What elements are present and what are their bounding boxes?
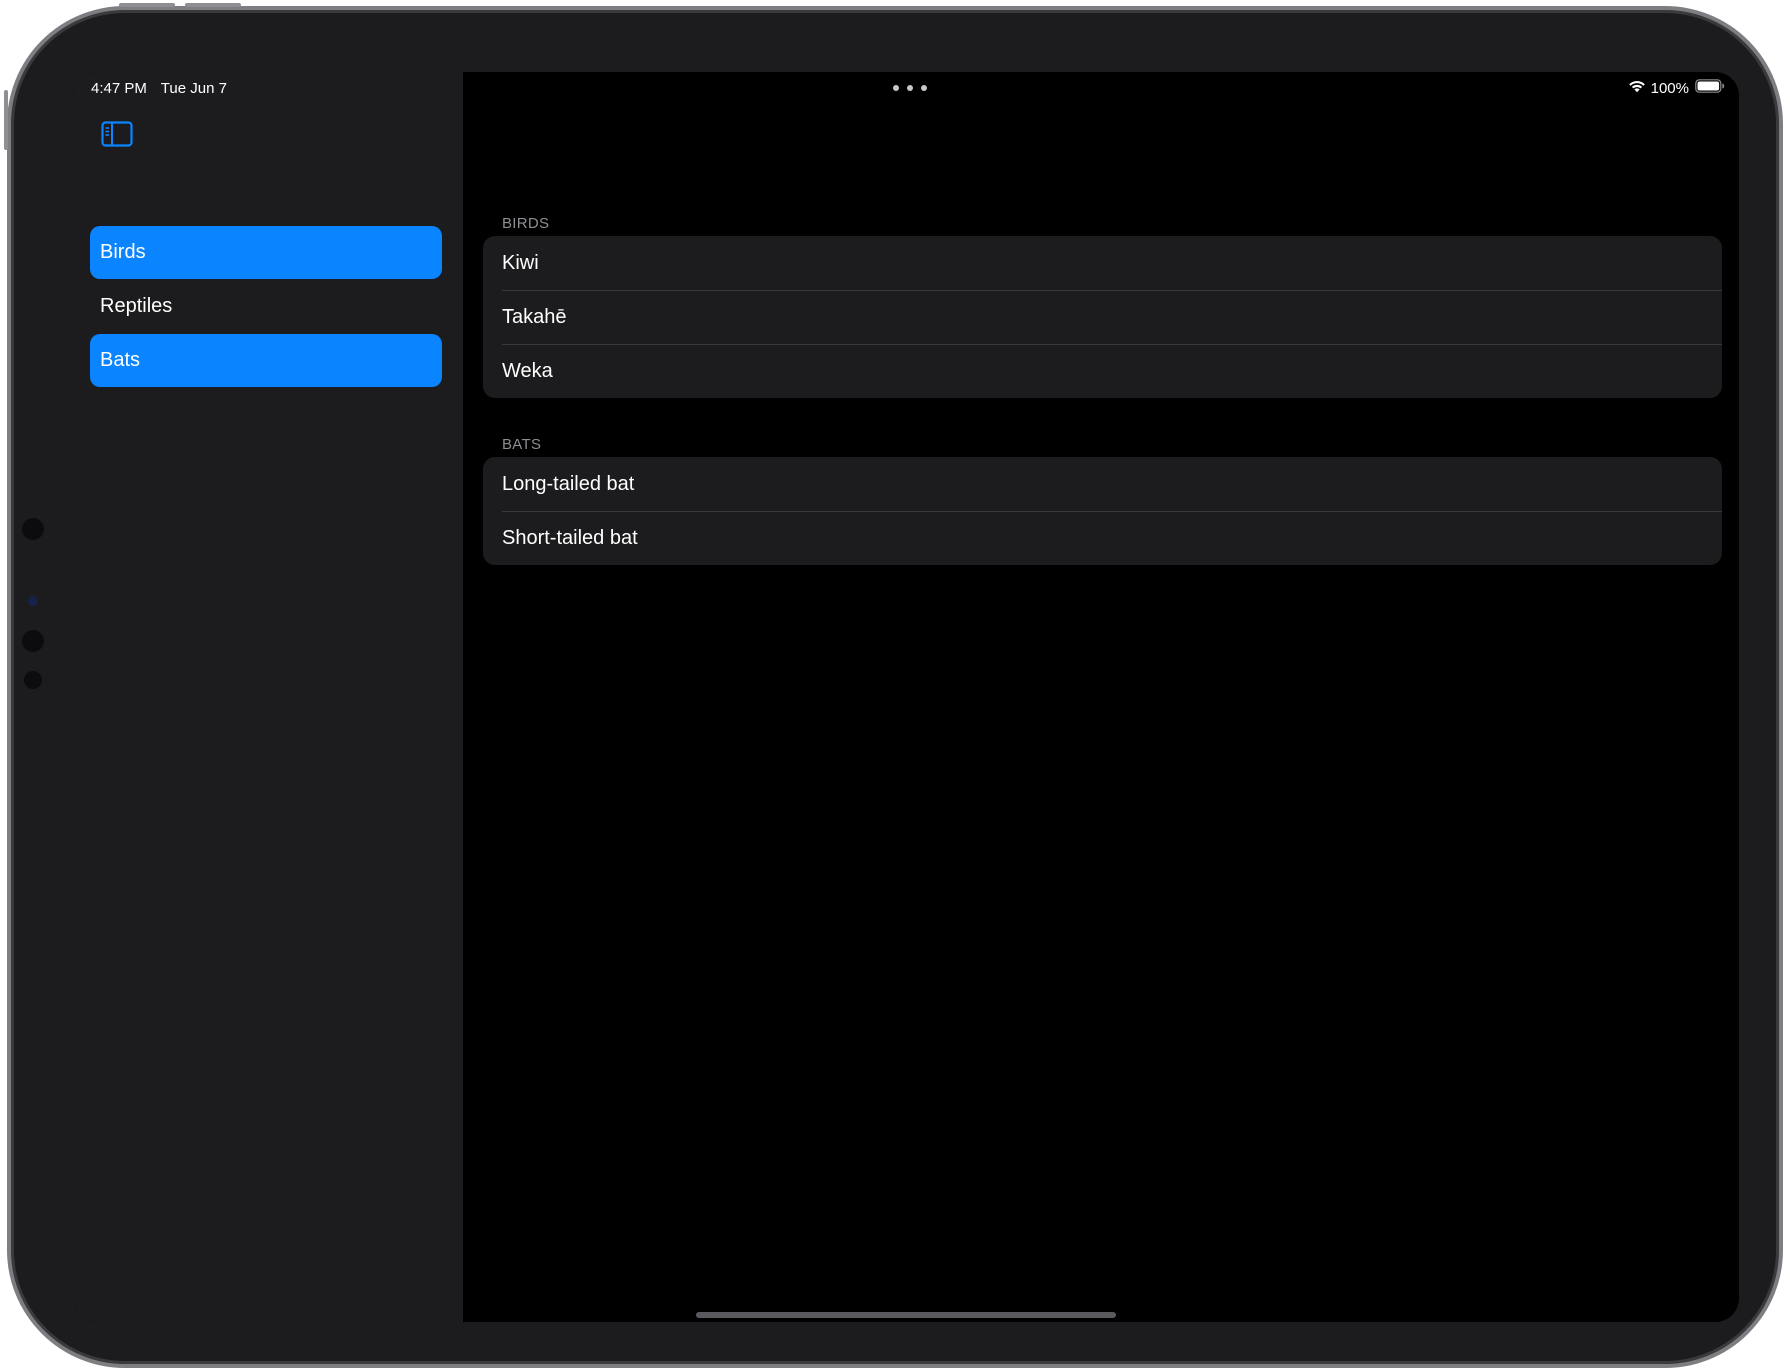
status-time: 4:47 PM <box>91 80 147 97</box>
battery-icon <box>1695 79 1725 97</box>
sidebar: 4:47 PM Tue Jun 7 Birds Reptiles Bats <box>73 72 463 1322</box>
list-item-long-tailed-bat[interactable]: Long-tailed bat <box>483 457 1722 511</box>
list-item-label: Takahē <box>502 305 567 328</box>
side-button <box>4 90 8 150</box>
status-bar-left: 4:47 PM Tue Jun 7 <box>91 80 237 97</box>
sensor-dot <box>22 518 44 540</box>
sidebar-item-label: Bats <box>100 349 141 371</box>
birds-group: Kiwi Takahē Weka <box>483 236 1722 398</box>
ellipsis-icon[interactable] <box>893 85 927 93</box>
bats-group: Long-tailed bat Short-tailed bat <box>483 457 1722 565</box>
list-item-label: Long-tailed bat <box>502 472 635 495</box>
detail-pane: 100% BIRDS Kiwi Takahē Weka BATS Long-ta… <box>463 72 1739 1322</box>
list-item-kiwi[interactable]: Kiwi <box>483 236 1722 290</box>
section-header-birds: BIRDS <box>502 215 550 232</box>
sensor-dot <box>22 630 44 652</box>
list-item-takahe[interactable]: Takahē <box>483 290 1722 344</box>
battery-percentage: 100% <box>1650 79 1689 97</box>
sidebar-item-label: Reptiles <box>100 295 173 317</box>
top-button-left <box>119 3 175 7</box>
sidebar-item-bats[interactable]: Bats <box>90 334 442 387</box>
status-bar-right: 100% <box>1628 79 1725 97</box>
sidebar-item-label: Birds <box>100 241 146 263</box>
sidebar-item-birds[interactable]: Birds <box>90 226 442 279</box>
sidebar-list: Birds Reptiles Bats <box>90 226 442 388</box>
sensor-dot <box>24 671 42 689</box>
status-date: Tue Jun 7 <box>160 80 227 97</box>
ipad-frame: 4:47 PM Tue Jun 7 Birds Reptiles Bats 10… <box>4 3 1783 1368</box>
camera-lens <box>28 596 38 606</box>
list-item-weka[interactable]: Weka <box>483 344 1722 398</box>
home-indicator[interactable] <box>696 1312 1116 1318</box>
list-item-short-tailed-bat[interactable]: Short-tailed bat <box>483 511 1722 565</box>
top-button-right <box>185 3 241 7</box>
sidebar-toggle-icon[interactable] <box>101 121 133 147</box>
screen: 4:47 PM Tue Jun 7 Birds Reptiles Bats 10… <box>73 72 1739 1322</box>
sidebar-item-reptiles[interactable]: Reptiles <box>90 280 442 333</box>
list-item-label: Short-tailed bat <box>502 526 638 549</box>
section-header-bats: BATS <box>502 436 542 453</box>
list-item-label: Kiwi <box>502 251 539 274</box>
list-item-label: Weka <box>502 359 553 382</box>
wifi-icon <box>1628 80 1646 97</box>
